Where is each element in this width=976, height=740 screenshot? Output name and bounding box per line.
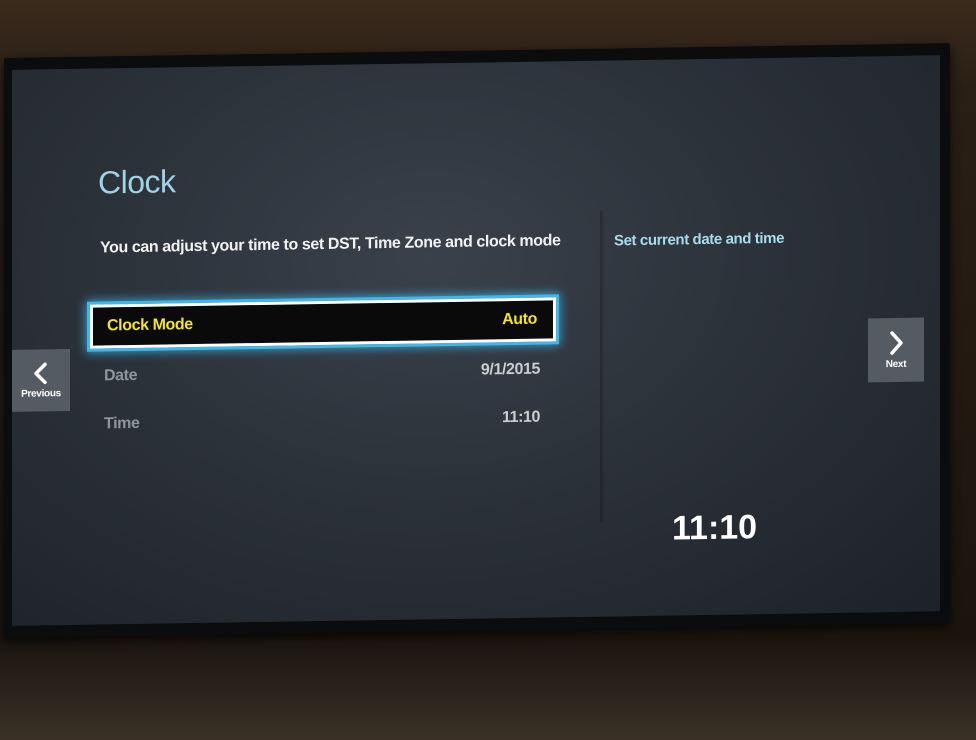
current-time-display: 11:10 xyxy=(672,508,758,548)
chevron-right-icon xyxy=(887,330,905,355)
menu-item-date[interactable]: Date 9/1/2015 xyxy=(90,347,556,398)
chevron-left-icon xyxy=(32,362,50,384)
menu-item-time[interactable]: Time 11:10 xyxy=(90,395,556,446)
panel-divider xyxy=(600,210,604,523)
next-button[interactable]: Next xyxy=(868,317,924,383)
previous-label: Previous xyxy=(21,387,61,400)
room-background: Clock You can adjust your time to set DS… xyxy=(0,0,976,740)
menu-item-label: Date xyxy=(104,366,138,385)
next-label: Next xyxy=(885,358,907,370)
tv-screen: Clock You can adjust your time to set DS… xyxy=(12,55,940,626)
previous-button[interactable]: Previous xyxy=(12,348,70,412)
menu-item-label: Clock Mode xyxy=(107,316,193,335)
page-description: You can adjust your time to set DST, Tim… xyxy=(100,232,561,257)
page-title: Clock xyxy=(98,163,176,201)
help-text: Set current date and time xyxy=(614,229,785,250)
floor xyxy=(0,640,976,740)
menu-item-value: 11:10 xyxy=(501,408,540,427)
menu-item-value: Auto xyxy=(502,310,537,329)
menu-item-clock-mode[interactable]: Clock Mode Auto xyxy=(90,297,556,349)
menu-item-value: 9/1/2015 xyxy=(480,360,540,379)
tv-bezel: Clock You can adjust your time to set DS… xyxy=(4,43,950,639)
menu-item-label: Time xyxy=(104,414,140,433)
